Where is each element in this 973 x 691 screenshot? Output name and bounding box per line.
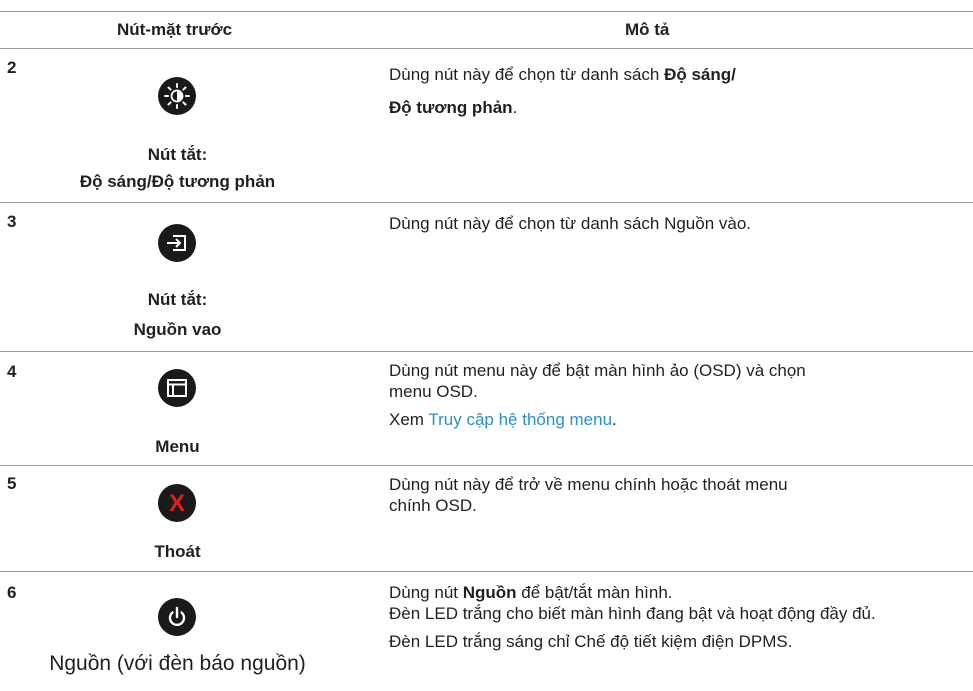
power-icon[interactable] [158,598,196,636]
shortcut-caption: Nút tắt: [147,145,208,164]
row-description: Dùng nút này để trở về menu chính hoặc t… [389,475,788,515]
table-top-rule [0,11,973,12]
header-description: Mô tả [625,20,670,39]
shortcut-caption: Nút tắt: [147,290,208,309]
row-divider [0,351,973,352]
shortcut-name: Độ sáng/Độ tương phản [79,172,276,191]
header-front-buttons: Nút-mặt trước [117,20,233,39]
exit-icon[interactable]: X [158,484,196,522]
svg-text:X: X [169,490,185,517]
row-number: 3 [7,212,17,231]
row-divider [0,202,973,203]
row-number: 6 [7,583,17,602]
header-rule [0,48,973,49]
row-description: Dùng nút này để chọn từ danh sách Nguồn … [389,214,752,233]
menu-icon[interactable] [158,369,196,407]
row-description: Dùng nút Nguồn để bật/tắt màn hình. Đèn … [389,583,876,651]
row-number: 2 [7,58,17,77]
brightness-contrast-icon[interactable] [158,77,196,115]
menu-caption: Menu [155,437,200,456]
shortcut-name: Nguồn vao [133,320,222,339]
power-caption: Nguồn (với đèn báo nguồn) [49,652,306,675]
row-description: Dùng nút này để chọn từ danh sách Độ sán… [389,65,736,117]
row-divider [0,465,973,466]
row-description: Dùng nút menu này để bật màn hình ảo (OS… [389,361,806,429]
row-number: 4 [7,362,17,381]
row-divider [0,571,973,572]
exit-caption: Thoát [154,542,201,561]
row-number: 5 [7,474,17,493]
access-menu-link[interactable]: Truy cập hệ thống menu [428,410,612,429]
input-source-icon[interactable] [158,224,196,262]
